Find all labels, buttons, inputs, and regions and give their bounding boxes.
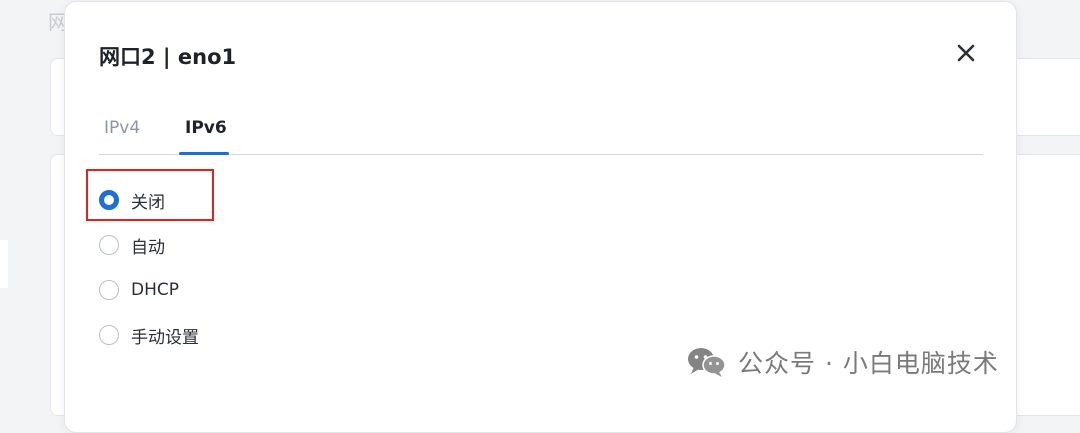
radio-unchecked-icon — [99, 280, 119, 300]
tab-ipv4[interactable]: IPv4 — [104, 118, 140, 138]
watermark: 公众号 · 小白电脑技术 — [686, 342, 999, 382]
radio-unchecked-icon — [99, 325, 119, 345]
wechat-icon — [688, 348, 726, 377]
watermark-text: 公众号 · 小白电脑技术 — [738, 349, 999, 378]
tab-ipv6[interactable]: IPv6 — [185, 118, 227, 138]
dialog-title: 网口2 | eno1 — [99, 45, 237, 69]
radio-label: DHCP — [131, 280, 179, 300]
close-icon — [957, 44, 975, 62]
radio-option-dhcp[interactable]: DHCP — [99, 278, 179, 302]
annotation-highlight-box — [86, 169, 214, 221]
radio-unchecked-icon — [99, 235, 119, 255]
close-button[interactable] — [953, 40, 979, 66]
radio-label: 自动 — [131, 237, 165, 258]
radio-label: 手动设置 — [131, 327, 199, 348]
active-tab-indicator — [179, 152, 229, 155]
radio-option-auto[interactable]: 自动 — [99, 233, 165, 258]
background-strip — [0, 240, 8, 288]
radio-option-manual[interactable]: 手动设置 — [99, 323, 199, 348]
ip-version-tabs: IPv4 IPv6 — [99, 112, 983, 155]
